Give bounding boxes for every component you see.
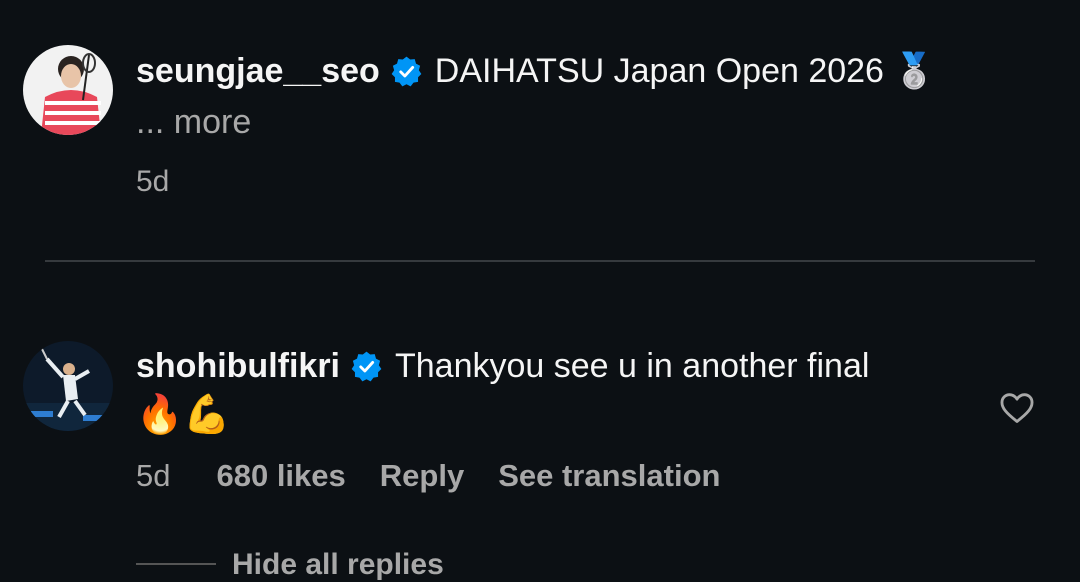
comment-actions: 5d 680 likes Reply See translation <box>136 458 754 494</box>
see-translation-button[interactable]: See translation <box>498 458 720 494</box>
comment-avatar[interactable] <box>23 341 113 431</box>
verified-badge-icon <box>390 55 423 88</box>
divider <box>45 260 1035 262</box>
heart-outline-icon[interactable] <box>998 389 1036 427</box>
verified-badge-icon <box>350 350 383 383</box>
more-link[interactable]: ... more <box>136 103 251 142</box>
comment-line: shohibulfikri Thankyou see u in another … <box>136 346 869 386</box>
comment-text: Thankyou see u in another final <box>395 347 870 385</box>
comment-timestamp: 5d <box>136 458 171 493</box>
caption-timestamp: 5d <box>136 165 170 198</box>
caption-line: seungjae__seo DAIHATSU Japan Open 2026 🥈 <box>136 51 936 91</box>
reply-button[interactable]: Reply <box>380 458 464 494</box>
replies-divider <box>136 563 216 565</box>
caption-avatar[interactable] <box>23 45 113 135</box>
comment-username[interactable]: shohibulfikri <box>136 346 340 386</box>
hide-replies-button[interactable]: Hide all replies <box>232 548 444 582</box>
caption-text: DAIHATSU Japan Open 2026 🥈 <box>434 52 936 90</box>
comment-emojis: 🔥💪 <box>136 394 231 436</box>
caption-username[interactable]: seungjae__seo <box>136 51 380 91</box>
likes-count[interactable]: 680 likes <box>216 458 345 494</box>
